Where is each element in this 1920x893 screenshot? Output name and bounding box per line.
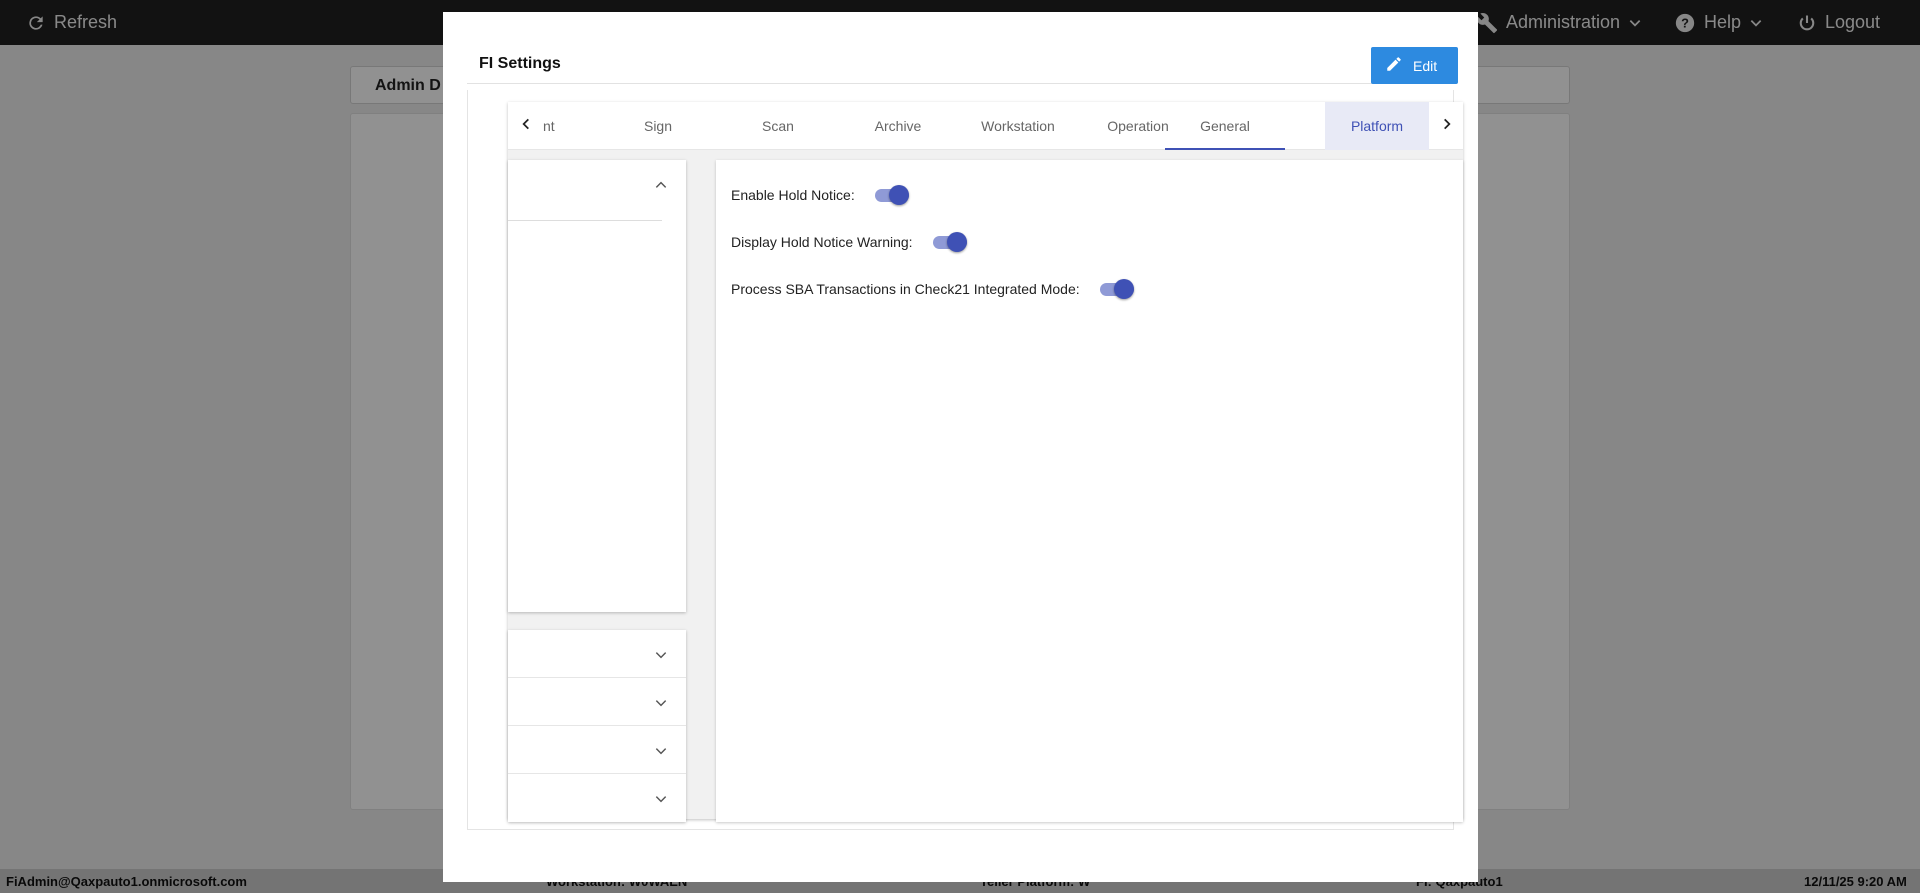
dialog-body: nt Sign Scan Archive Workstation Operati… — [467, 90, 1463, 830]
tab-scan[interactable]: Scan — [718, 102, 838, 150]
tab-sign[interactable]: Sign — [598, 102, 718, 150]
settings-content: nt Sign Scan Archive Workstation Operati… — [508, 102, 1463, 822]
chevron-right-icon — [1440, 117, 1454, 136]
dialog-title: FI Settings — [479, 55, 561, 72]
chevron-up-icon[interactable] — [654, 178, 668, 197]
tab-general[interactable]: General — [1165, 102, 1285, 150]
accordion-row[interactable] — [508, 630, 686, 678]
platform-settings-panel: Enable Hold Notice: Display Hold Notice … — [716, 160, 1463, 822]
display-hold-notice-warning-toggle[interactable] — [931, 232, 967, 252]
setting-enable-hold-notice: Enable Hold Notice: — [731, 185, 909, 205]
accordion-row[interactable] — [508, 678, 686, 726]
setting-label: Enable Hold Notice: — [731, 187, 855, 203]
tab-label: Scan — [762, 118, 794, 134]
accordion-row[interactable] — [508, 726, 686, 774]
tab-label: General — [1200, 118, 1250, 134]
edit-label: Edit — [1413, 57, 1438, 74]
tab-platform[interactable]: Platform — [1325, 102, 1429, 150]
toggle-thumb — [888, 185, 909, 205]
dialog-header: FI Settings Edit — [467, 34, 1458, 84]
enable-hold-notice-toggle[interactable] — [873, 185, 909, 205]
pencil-icon — [1385, 55, 1403, 76]
tab-document[interactable]: nt — [534, 102, 594, 150]
toggle-thumb — [1113, 279, 1134, 299]
tab-label: Sign — [643, 118, 673, 134]
collapsed-accordion-list — [508, 630, 686, 822]
process-sba-transactions-toggle[interactable] — [1098, 279, 1134, 299]
tab-workstation[interactable]: Workstation — [958, 102, 1078, 150]
tab-label: Operation — [1107, 118, 1169, 134]
chevron-left-icon — [519, 117, 533, 136]
chevron-down-icon — [654, 744, 668, 763]
setting-process-sba-transactions: Process SBA Transactions in Check21 Inte… — [731, 279, 1134, 299]
chevron-down-icon — [654, 648, 668, 667]
setting-label: Display Hold Notice Warning: — [731, 234, 913, 250]
tab-label: Workstation — [981, 118, 1055, 134]
setting-label: Process SBA Transactions in Check21 Inte… — [731, 281, 1080, 297]
chevron-down-icon — [654, 696, 668, 715]
tab-label: nt — [543, 118, 555, 134]
expanded-accordion-panel — [508, 160, 686, 612]
chevron-down-icon — [654, 792, 668, 811]
tab-label: Platform — [1350, 118, 1404, 134]
setting-display-hold-notice-warning: Display Hold Notice Warning: — [731, 232, 967, 252]
tab-scroll-right-button[interactable] — [1429, 102, 1465, 150]
edit-button[interactable]: Edit — [1371, 47, 1458, 84]
settings-tabs: nt Sign Scan Archive Workstation Operati… — [508, 102, 1463, 150]
accordion-divider — [508, 220, 662, 221]
toggle-thumb — [946, 232, 967, 252]
accordion-row[interactable] — [508, 774, 686, 822]
tab-archive[interactable]: Archive — [838, 102, 958, 150]
tab-label: Archive — [874, 118, 922, 134]
fi-settings-dialog: FI Settings Edit nt Sign Scan Archive Wo… — [443, 12, 1478, 882]
